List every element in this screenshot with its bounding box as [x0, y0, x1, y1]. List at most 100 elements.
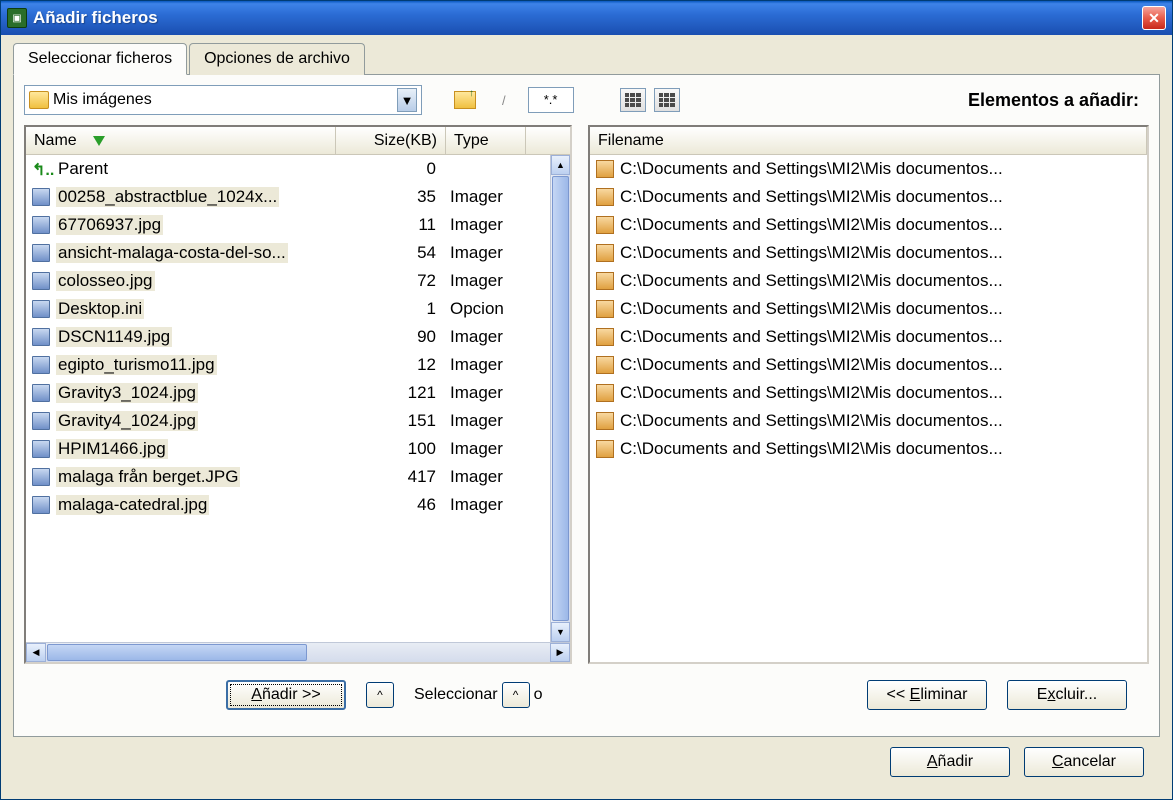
tab-panel: Mis imágenes ▼ / *.* — [13, 74, 1160, 737]
vertical-scrollbar[interactable]: ▲ ▼ — [550, 155, 570, 642]
app-icon: ▣ — [7, 8, 27, 28]
file-size-label: 121 — [336, 383, 446, 403]
view-list-button[interactable] — [654, 88, 680, 112]
select-all-prefix: Seleccionar — [414, 686, 498, 704]
selected-row[interactable]: C:\Documents and Settings\MI2\Mis docume… — [590, 211, 1147, 239]
selected-path-label: C:\Documents and Settings\MI2\Mis docume… — [620, 355, 1003, 375]
selected-list-header: Filename — [590, 127, 1147, 155]
selected-list: Filename C:\Documents and Settings\MI2\M… — [588, 125, 1149, 664]
hscroll-thumb[interactable] — [47, 644, 307, 661]
tab-select-files[interactable]: Seleccionar ficheros — [13, 43, 187, 75]
selected-path-label: C:\Documents and Settings\MI2\Mis docume… — [620, 215, 1003, 235]
image-file-icon — [32, 384, 50, 402]
image-file-icon — [32, 496, 50, 514]
file-size-label: 46 — [336, 495, 446, 515]
filter-input[interactable]: *.* — [528, 87, 574, 113]
file-list-body[interactable]: ↰..Parent000258_abstractblue_1024x...35I… — [26, 155, 550, 642]
archive-file-icon — [596, 272, 614, 290]
panels-row: Name Size(KB) Type ↰..Parent000258_abstr… — [24, 125, 1149, 664]
up-folder-button[interactable] — [450, 86, 480, 114]
selected-row[interactable]: C:\Documents and Settings\MI2\Mis docume… — [590, 267, 1147, 295]
scroll-thumb[interactable] — [552, 176, 569, 621]
file-row[interactable]: Desktop.ini 1Opcion — [26, 295, 550, 323]
file-type-label: Imager — [446, 383, 526, 403]
file-name-label: HPIM1466.jpg — [56, 439, 168, 459]
titlebar[interactable]: ▣ Añadir ficheros ✕ — [1, 1, 1172, 35]
file-row[interactable]: 67706937.jpg11Imager — [26, 211, 550, 239]
window-title: Añadir ficheros — [33, 8, 1142, 28]
file-type-label: Imager — [446, 187, 526, 207]
archive-file-icon — [596, 160, 614, 178]
file-row[interactable]: ↰..Parent0 — [26, 155, 550, 183]
file-name-label: Gravity3_1024.jpg — [56, 383, 198, 403]
column-name[interactable]: Name — [26, 127, 336, 154]
add-to-list-button[interactable]: Añadir >> — [226, 680, 346, 710]
selected-list-body[interactable]: C:\Documents and Settings\MI2\Mis docume… — [590, 155, 1147, 662]
scroll-left-button[interactable]: ◀ — [26, 643, 46, 662]
add-button[interactable]: Añadir — [890, 747, 1010, 777]
file-size-label: 417 — [336, 467, 446, 487]
file-row[interactable]: 00258_abstractblue_1024x... 35Imager — [26, 183, 550, 211]
selected-row[interactable]: C:\Documents and Settings\MI2\Mis docume… — [590, 155, 1147, 183]
file-row[interactable]: DSCN1149.jpg90Imager — [26, 323, 550, 351]
file-size-label: 72 — [336, 271, 446, 291]
selected-row[interactable]: C:\Documents and Settings\MI2\Mis docume… — [590, 407, 1147, 435]
file-type-label: Opcion — [446, 299, 526, 319]
column-filename[interactable]: Filename — [590, 127, 1147, 154]
file-row[interactable]: malaga-catedral.jpg46Imager — [26, 491, 550, 519]
view-details-button[interactable] — [620, 88, 646, 112]
selected-path-label: C:\Documents and Settings\MI2\Mis docume… — [620, 299, 1003, 319]
selected-row[interactable]: C:\Documents and Settings\MI2\Mis docume… — [590, 295, 1147, 323]
tab-archive-options[interactable]: Opciones de archivo — [189, 43, 365, 75]
remove-button[interactable]: << Eliminar — [867, 680, 987, 710]
archive-file-icon — [596, 356, 614, 374]
file-row[interactable]: egipto_turismo11.jpg12Imager — [26, 351, 550, 379]
column-size[interactable]: Size(KB) — [336, 127, 446, 154]
scroll-down-button[interactable]: ▼ — [551, 622, 570, 642]
file-type-label: Imager — [446, 411, 526, 431]
close-button[interactable]: ✕ — [1142, 6, 1166, 30]
file-row[interactable]: colosseo.jpg72Imager — [26, 267, 550, 295]
archive-file-icon — [596, 216, 614, 234]
exclude-button[interactable]: Excluir... — [1007, 680, 1127, 710]
archive-file-icon — [596, 412, 614, 430]
file-type-label: Imager — [446, 467, 526, 487]
selected-row[interactable]: C:\Documents and Settings\MI2\Mis docume… — [590, 183, 1147, 211]
folder-dropdown[interactable]: Mis imágenes ▼ — [24, 85, 422, 115]
file-name-label: Desktop.ini — [56, 299, 144, 319]
chevron-down-icon[interactable]: ▼ — [397, 88, 417, 112]
file-name-label: 00258_abstractblue_1024x... — [56, 187, 279, 207]
select-up-button[interactable]: ^ — [366, 682, 394, 708]
file-row[interactable]: Gravity4_1024.jpg151Imager — [26, 407, 550, 435]
column-type[interactable]: Type — [446, 127, 526, 154]
archive-file-icon — [596, 244, 614, 262]
scroll-up-button[interactable]: ▲ — [551, 155, 570, 175]
selected-row[interactable]: C:\Documents and Settings\MI2\Mis docume… — [590, 239, 1147, 267]
selected-row[interactable]: C:\Documents and Settings\MI2\Mis docume… — [590, 379, 1147, 407]
selected-row[interactable]: C:\Documents and Settings\MI2\Mis docume… — [590, 435, 1147, 463]
select-toggle-button[interactable]: ^ — [502, 682, 530, 708]
file-list: Name Size(KB) Type ↰..Parent000258_abstr… — [24, 125, 572, 664]
horizontal-scrollbar[interactable]: ◀ ▶ — [26, 642, 570, 662]
file-size-label: 1 — [336, 299, 446, 319]
sort-indicator-icon — [93, 136, 105, 146]
file-name-label: DSCN1149.jpg — [56, 327, 172, 347]
selected-row[interactable]: C:\Documents and Settings\MI2\Mis docume… — [590, 323, 1147, 351]
image-file-icon — [32, 188, 50, 206]
file-row[interactable]: HPIM1466.jpg100Imager — [26, 435, 550, 463]
file-list-header: Name Size(KB) Type — [26, 127, 570, 155]
file-row[interactable]: Gravity3_1024.jpg 121Imager — [26, 379, 550, 407]
selected-row[interactable]: C:\Documents and Settings\MI2\Mis docume… — [590, 351, 1147, 379]
list-icon — [655, 89, 679, 111]
archive-file-icon — [596, 188, 614, 206]
folder-icon — [29, 91, 49, 109]
file-size-label: 35 — [336, 187, 446, 207]
cancel-button[interactable]: Cancelar — [1024, 747, 1144, 777]
file-row[interactable]: malaga från berget.JPG417Imager — [26, 463, 550, 491]
file-type-label: Imager — [446, 439, 526, 459]
scroll-right-button[interactable]: ▶ — [550, 643, 570, 662]
file-row[interactable]: ansicht-malaga-costa-del-so...54Imager — [26, 239, 550, 267]
file-name-label: colosseo.jpg — [56, 271, 155, 291]
middle-button-row: Añadir >> ^ Seleccionar^o << Eliminar Ex… — [24, 664, 1149, 726]
file-name-label: malaga-catedral.jpg — [56, 495, 209, 515]
